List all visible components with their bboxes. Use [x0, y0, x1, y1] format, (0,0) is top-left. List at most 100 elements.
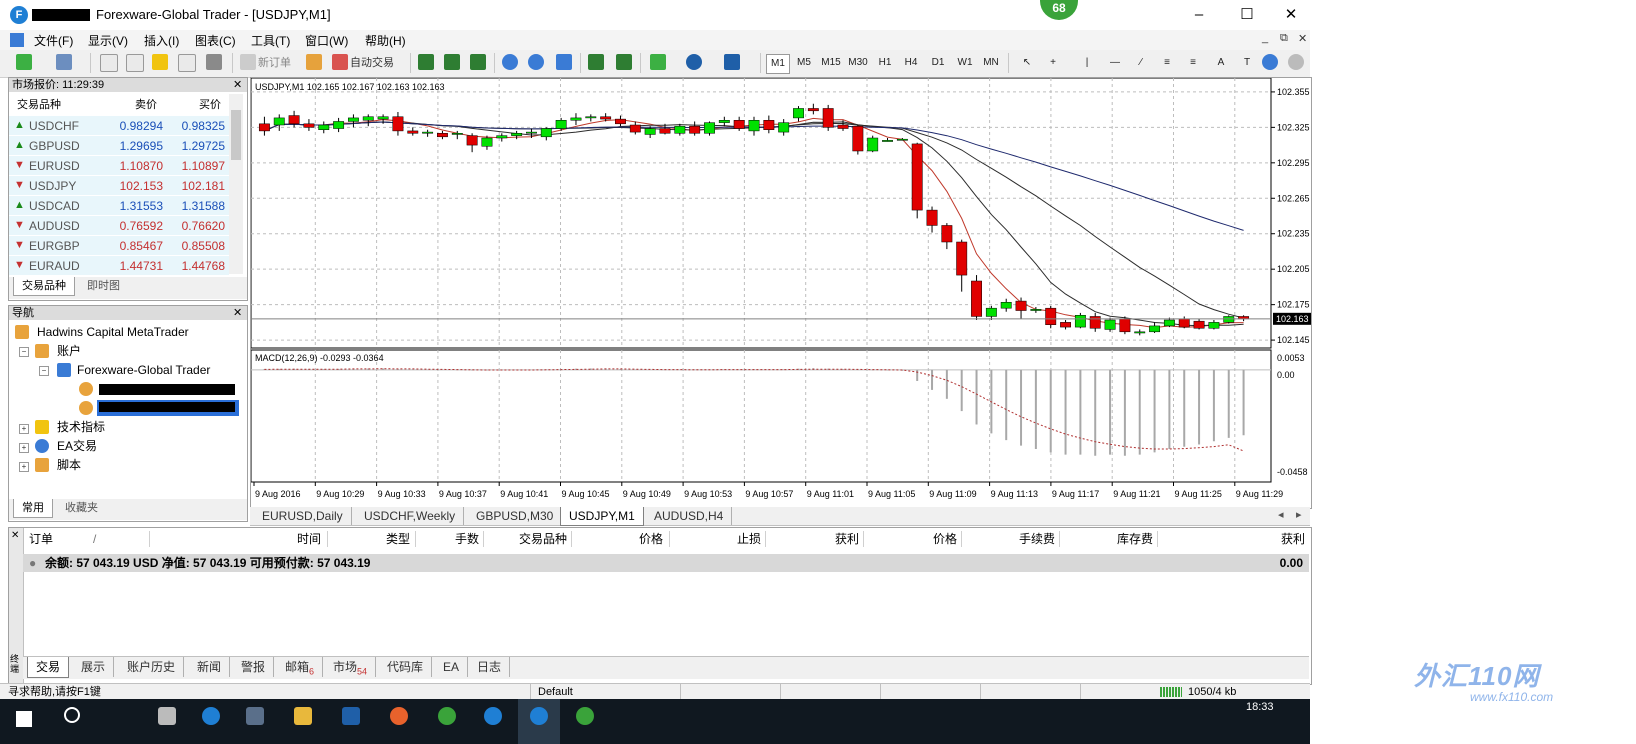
navigator-icon[interactable] [152, 54, 168, 70]
maximize-icon[interactable]: ☐ [1230, 4, 1264, 26]
mdi-restore-icon[interactable]: ⧉ [1280, 32, 1288, 45]
candle[interactable] [748, 120, 760, 132]
tab-audusd-h4[interactable]: AUDUSD,H4 [646, 507, 733, 525]
candle[interactable] [377, 116, 389, 120]
column-time[interactable]: 时间 [297, 528, 321, 550]
candle[interactable] [1089, 316, 1101, 329]
candle[interactable] [1163, 319, 1175, 327]
nav-experts[interactable]: EA交易 [57, 438, 97, 454]
scroll-right-icon[interactable]: ▸ [1296, 508, 1302, 521]
nav-indicators[interactable]: 技术指标 [57, 419, 105, 435]
candle[interactable] [1074, 315, 1086, 328]
selected-account[interactable] [97, 400, 239, 416]
candle[interactable] [852, 125, 864, 152]
app-icon[interactable] [484, 707, 502, 725]
candle[interactable] [570, 117, 582, 121]
menu-view[interactable]: 显示(V) [88, 32, 128, 49]
candle[interactable] [882, 140, 893, 142]
candle[interactable] [896, 138, 908, 141]
candle[interactable] [1149, 325, 1161, 333]
candle[interactable] [407, 130, 419, 134]
redacted-account[interactable] [99, 384, 235, 395]
expand-icon[interactable]: + [19, 443, 29, 453]
periods-clock-icon[interactable] [686, 54, 702, 70]
auto-trading-icon[interactable] [332, 54, 348, 70]
candle[interactable] [926, 209, 938, 226]
candle[interactable] [822, 108, 834, 128]
fibonacci-icon[interactable]: ≡ [1182, 54, 1204, 72]
candle[interactable] [362, 116, 374, 121]
browser-icon[interactable] [390, 707, 408, 725]
candle[interactable] [1000, 302, 1012, 309]
price-pane[interactable] [250, 77, 1272, 349]
candle[interactable] [511, 133, 523, 136]
sort-icon[interactable]: / [93, 528, 96, 550]
tab-code-base[interactable]: 代码库 [379, 657, 433, 677]
market-row[interactable]: ▲ USDCHF 0.98294 0.98325 [9, 116, 229, 136]
candle[interactable] [956, 241, 968, 276]
candle[interactable] [466, 135, 478, 146]
metaeditor-icon[interactable] [306, 54, 322, 70]
chart-window[interactable]: 9 Aug 2016 9 Aug 10:29 9 Aug 10:33 9 Aug 10… [250, 77, 1312, 509]
candlestick-chart-icon[interactable] [444, 54, 460, 70]
minimize-icon[interactable]: – [1182, 4, 1216, 26]
market-row[interactable]: ▼ EURUSD 1.10870 1.10897 [9, 156, 229, 176]
file-explorer-icon[interactable] [294, 707, 312, 725]
tab-tick-chart[interactable]: 即时图 [79, 277, 128, 295]
candle[interactable] [347, 117, 359, 122]
tab-alerts[interactable]: 警报 [233, 657, 275, 677]
clock[interactable]: 18:33 [1246, 701, 1274, 713]
candle[interactable] [437, 133, 448, 138]
column-current-price[interactable]: 价格 [933, 528, 957, 550]
terminal-icon[interactable] [178, 54, 196, 72]
candle[interactable] [1015, 300, 1027, 311]
trendline-icon[interactable]: ∕ [1130, 54, 1152, 72]
candle[interactable] [273, 117, 285, 126]
auto-trading-button[interactable]: 自动交易 [350, 54, 394, 72]
candle[interactable] [911, 143, 923, 211]
new-order-icon[interactable] [240, 54, 256, 70]
strategy-tester-icon[interactable] [206, 54, 222, 70]
candle[interactable] [837, 124, 849, 129]
candle[interactable] [318, 124, 330, 130]
profiles-icon[interactable] [56, 54, 72, 70]
status-profile[interactable]: Default [538, 684, 573, 700]
market-row[interactable]: ▼ EURGBP 0.85467 0.85508 [9, 236, 229, 256]
close-icon[interactable]: ✕ [233, 78, 242, 92]
text-label-icon[interactable]: T [1236, 54, 1258, 72]
candle[interactable] [704, 122, 715, 134]
candle[interactable] [1030, 309, 1042, 311]
timeframe-m1[interactable]: M1 [766, 54, 790, 74]
balance-row[interactable]: ● 余额: 57 043.19 USD 净值: 57 043.19 可用预付款:… [23, 554, 1309, 572]
candle[interactable] [1104, 319, 1116, 330]
app-icon[interactable] [246, 707, 264, 725]
column-bid[interactable]: 卖价 [135, 94, 157, 116]
market-watch-icon[interactable] [100, 54, 118, 72]
bar-chart-icon[interactable] [418, 54, 434, 70]
column-stop-loss[interactable]: 止损 [737, 528, 761, 550]
nav-root[interactable]: Hadwins Capital MetaTrader [37, 324, 189, 340]
candle[interactable] [807, 108, 819, 112]
candle[interactable] [1045, 307, 1057, 325]
tile-windows-icon[interactable] [556, 54, 572, 70]
candle[interactable] [941, 225, 953, 243]
candle[interactable] [1134, 331, 1146, 334]
tab-market[interactable]: 市场54 [325, 657, 377, 677]
mdi-minimize-icon[interactable]: _ [1262, 32, 1268, 44]
market-row[interactable]: ▼ EURAUD 1.44731 1.44768 [9, 256, 229, 276]
candle[interactable] [540, 128, 552, 138]
close-icon[interactable]: ✕ [233, 306, 242, 320]
candle[interactable] [481, 137, 493, 147]
text-tool-icon[interactable]: A [1210, 54, 1232, 72]
zoom-in-icon[interactable] [502, 54, 518, 70]
new-chart-icon[interactable] [16, 54, 32, 70]
app-icon[interactable] [342, 707, 360, 725]
candle[interactable] [793, 108, 804, 119]
timeframe-mn[interactable]: MN [980, 54, 1002, 72]
search-icon[interactable] [1262, 54, 1278, 70]
menu-tools[interactable]: 工具(T) [251, 32, 290, 49]
candle[interactable] [585, 116, 597, 119]
scrollbar[interactable] [229, 94, 243, 274]
forexware-trader-icon[interactable] [530, 707, 548, 725]
candle[interactable] [867, 137, 879, 152]
